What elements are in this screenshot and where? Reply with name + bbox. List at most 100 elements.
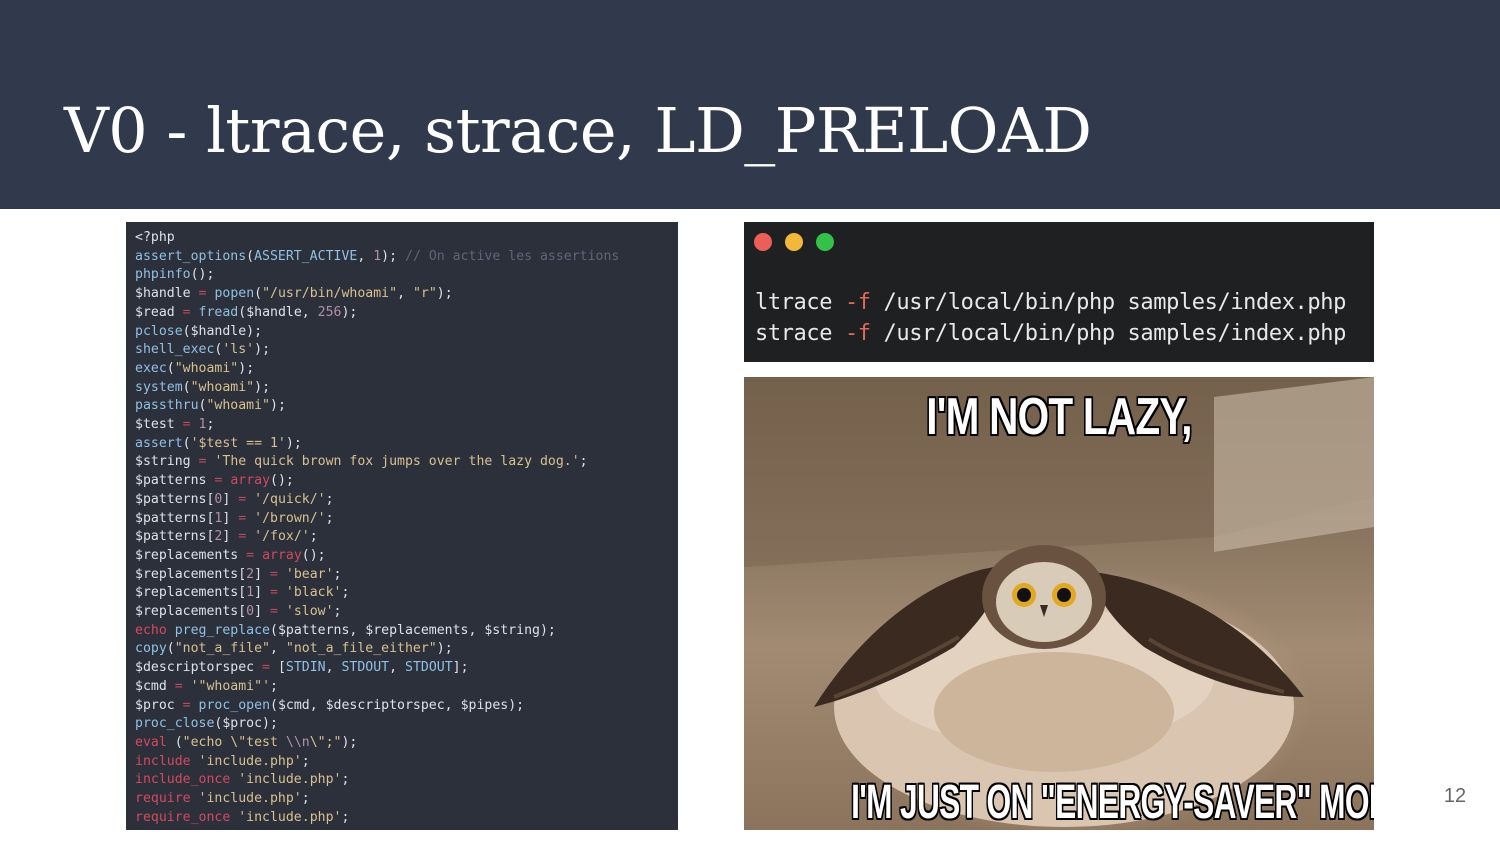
code-token: "whoami" (174, 360, 239, 376)
code-token: ( (166, 360, 175, 376)
code-token: ( (166, 734, 183, 750)
meme-bottom-caption: I'M JUST ON "ENERGY-SAVER" MODE. (851, 776, 1374, 829)
code-token: include_once (135, 772, 231, 788)
code-line: $descriptorspec = [STDIN, STDOUT, STDOUT… (135, 659, 678, 678)
code-line: $replacements[2] = 'bear'; (135, 566, 678, 585)
code-token: ); (436, 286, 453, 302)
code-line: copy("not_a_file", "not_a_file_either"); (135, 640, 678, 659)
code-line: $replacements[0] = 'slow'; (135, 603, 678, 622)
code-token: = (182, 304, 191, 320)
code-token: 'black' (285, 585, 342, 601)
code-token: (); (301, 547, 326, 563)
code-token: ] (222, 510, 239, 526)
code-token: ; (341, 772, 350, 788)
code-line: $proc = proc_open($cmd, $descriptorspec,… (135, 697, 678, 716)
code-token: = (246, 547, 255, 563)
code-line: $patterns = array(); (135, 472, 678, 491)
code-token: = (238, 491, 247, 507)
code-token: ] (254, 566, 270, 582)
code-token: proc_open (198, 697, 271, 713)
code-token: ] (254, 585, 270, 601)
php-code-listing: <?php assert_options(ASSERT_ACTIVE, 1); /… (126, 222, 678, 828)
code-token: = (182, 697, 191, 713)
code-token: '"whoami"' (190, 678, 271, 694)
code-token: ($cmd, $descriptorspec, $pipes); (270, 697, 525, 713)
code-token: include (135, 753, 191, 769)
code-token: = (270, 604, 278, 620)
code-line: $replacements[1] = 'black'; (135, 584, 678, 603)
code-token: // On active les assertions (405, 248, 620, 264)
code-token: ( (182, 379, 191, 395)
code-token: ($handle, (238, 304, 318, 320)
code-token: = (270, 566, 278, 582)
code-token: 'include.php' (198, 753, 302, 769)
code-token: $replacements[ (135, 566, 247, 582)
terminal-window: ltrace -f /usr/local/bin/php samples/ind… (744, 222, 1374, 362)
code-token: proc_close (135, 716, 215, 732)
terminal-line: strace -f /usr/local/bin/php samples/ind… (755, 321, 1346, 346)
code-token: = (182, 417, 191, 433)
code-line: phpinfo(); (135, 266, 678, 285)
code-token: ] (254, 604, 270, 620)
code-token: $patterns[ (135, 529, 215, 545)
code-token: array (262, 547, 302, 563)
code-token: \\n (285, 734, 310, 750)
code-token: popen (214, 286, 255, 302)
code-token: ); (436, 641, 453, 657)
maximize-dot-icon (816, 233, 834, 251)
code-token: echo (135, 622, 167, 638)
code-token: ; (333, 566, 342, 582)
code-line: $patterns[0] = '/quick/'; (135, 491, 678, 510)
code-token: 1 (198, 417, 207, 433)
code-token: 'include.php' (198, 791, 302, 807)
code-token: "echo \"test (182, 734, 286, 750)
code-line: eval ("echo \"test \\n\";"); (135, 734, 678, 753)
meme-top-caption: I'M NOT LAZY, (926, 388, 1192, 446)
code-token: assert (135, 435, 183, 451)
code-token: <?php (135, 230, 175, 245)
code-token: ); (254, 342, 271, 358)
code-token: = (238, 510, 247, 526)
code-token: 'The quick brown fox jumps over the lazy… (214, 454, 580, 470)
code-token: ); (238, 360, 255, 376)
code-token: 256 (317, 304, 342, 320)
code-token: fread (198, 304, 239, 320)
php-code-panel: <?php assert_options(ASSERT_ACTIVE, 1); /… (126, 222, 678, 830)
code-line: $handle = popen("/usr/bin/whoami", "r"); (135, 285, 678, 304)
code-token: $patterns (135, 473, 215, 489)
code-token: ); (381, 248, 405, 264)
code-token: preg_replace (174, 622, 270, 638)
terminal-line: ltrace -f /usr/local/bin/php samples/ind… (755, 290, 1346, 315)
code-token: 'ls' (222, 342, 255, 358)
code-line: pclose($handle); (135, 323, 678, 342)
code-token: "not_a_file_either" (285, 641, 437, 657)
code-token: ; (270, 678, 278, 694)
code-token: ( (166, 641, 175, 657)
slide-title: V0 - ltrace, strace, LD_PRELOAD (64, 94, 1092, 167)
code-token: copy (135, 641, 167, 657)
code-token: ; (333, 604, 342, 620)
code-token: \";" (309, 734, 342, 750)
slide-header: V0 - ltrace, strace, LD_PRELOAD (0, 0, 1500, 209)
code-token: assert_options (135, 248, 247, 264)
code-token: 1 (246, 585, 255, 601)
code-token: ($handle); (182, 323, 263, 339)
code-token: , (397, 286, 413, 302)
code-token: STDOUT (341, 660, 390, 676)
code-line: assert('$test == 1'); (135, 435, 678, 454)
code-token: ] (222, 529, 239, 545)
code-line: $replacements = array(); (135, 547, 678, 566)
code-line: $patterns[1] = '/brown/'; (135, 510, 678, 529)
code-token: ]; (452, 660, 469, 676)
code-token: ; (325, 491, 334, 507)
code-token: , (325, 660, 342, 676)
